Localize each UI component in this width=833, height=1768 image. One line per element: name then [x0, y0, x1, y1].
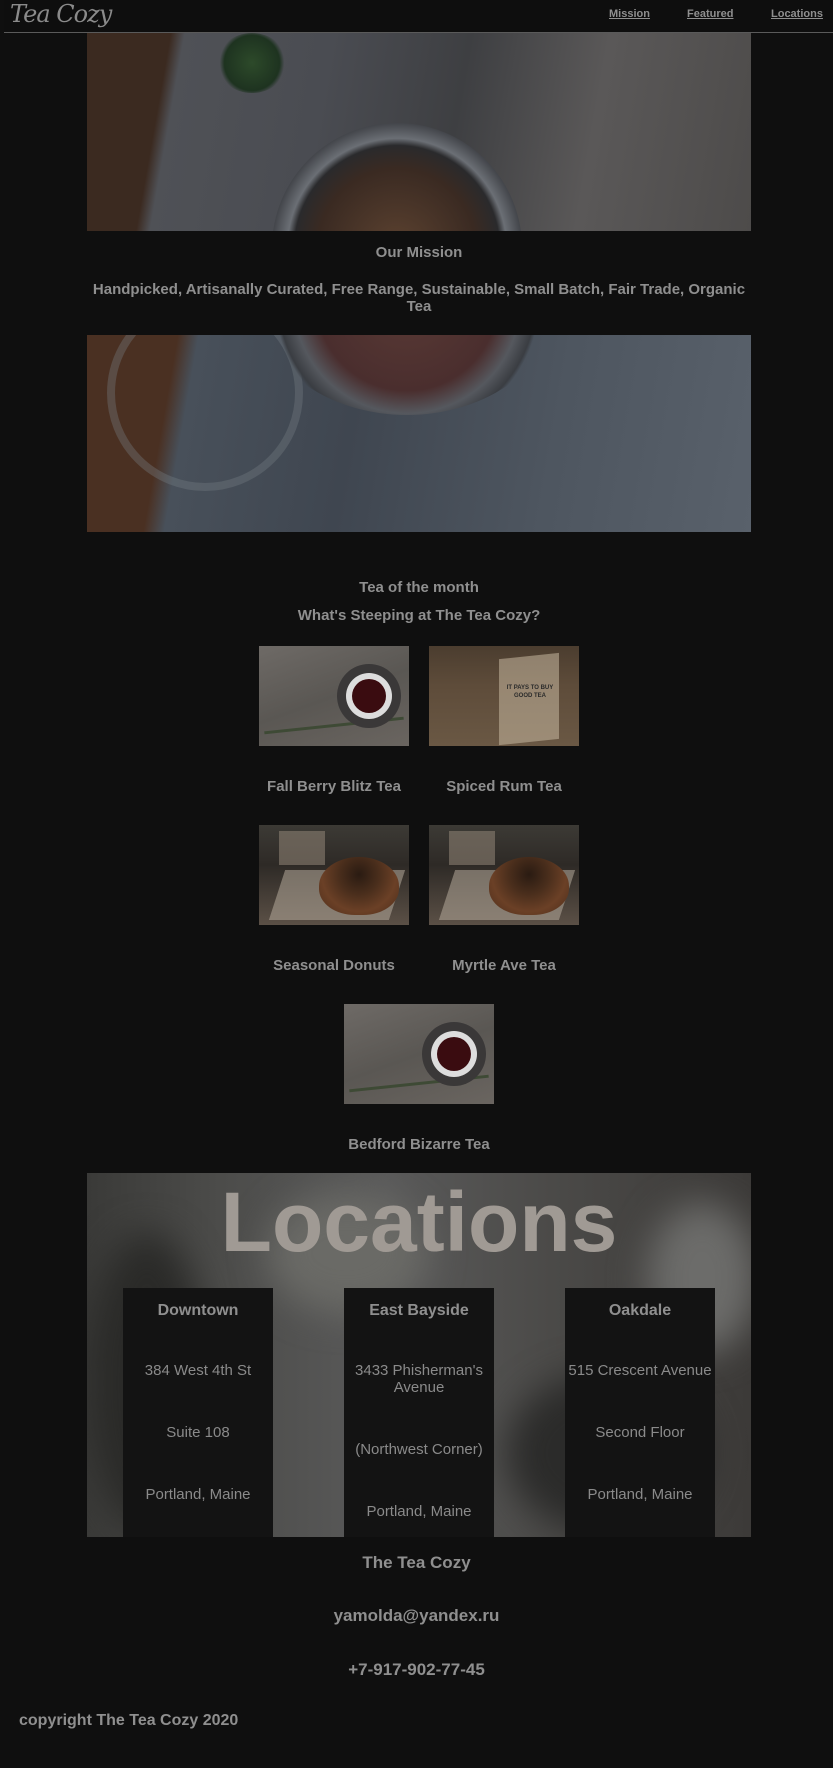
featured-subtitle: What's Steeping at The Tea Cozy?	[297, 607, 541, 624]
fall-berry-blitz-image	[259, 646, 409, 746]
location-name: East Bayside	[369, 1302, 469, 1319]
location-line: Portland, Maine	[366, 1503, 472, 1520]
location-card-east-bayside: East Bayside 3433 Phisherman's Avenue (N…	[344, 1288, 494, 1537]
copyright: copyright The Tea Cozy 2020	[19, 1712, 239, 1729]
location-line: (Northwest Corner)	[355, 1441, 483, 1458]
featured-title: Tea of the month	[359, 579, 479, 596]
tea-box-label: IT PAYS TO BUY GOOD TEA	[506, 685, 554, 699]
location-line: Portland, Maine	[145, 1486, 251, 1503]
location-line: Portland, Maine	[587, 1486, 693, 1503]
bedford-bizarre-image	[344, 1004, 494, 1104]
featured-item-name: Fall Berry Blitz Tea	[267, 778, 401, 795]
logo[interactable]: Tea Cozy	[10, 0, 112, 28]
location-line: 384 West 4th St	[144, 1362, 252, 1379]
featured-item-name: Seasonal Donuts	[273, 957, 395, 974]
footer-email[interactable]: yamolda@yandex.ru	[0, 1606, 833, 1626]
seasonal-donuts-image	[259, 825, 409, 925]
location-card-downtown: Downtown 384 West 4th St Suite 108 Portl…	[123, 1288, 273, 1537]
spiced-rum-image: IT PAYS TO BUY GOOD TEA	[429, 646, 579, 746]
mission-hero-image	[87, 33, 751, 231]
location-line: Second Floor	[595, 1424, 685, 1441]
featured-item-name: Spiced Rum Tea	[446, 778, 562, 795]
location-line: 515 Crescent Avenue	[568, 1362, 712, 1379]
featured-item-name: Bedford Bizarre Tea	[348, 1136, 490, 1153]
location-card-oakdale: Oakdale 515 Crescent Avenue Second Floor…	[565, 1288, 715, 1537]
nav-mission-link[interactable]: Mission	[609, 8, 650, 20]
mission-tagline: Handpicked, Artisanally Curated, Free Ra…	[92, 281, 746, 315]
myrtle-ave-image	[429, 825, 579, 925]
footer-phone[interactable]: +7-917-902-77-45	[0, 1660, 833, 1680]
footer-name: The Tea Cozy	[362, 1553, 471, 1572]
mission-title: Our Mission	[375, 244, 463, 261]
locations-title: Locations	[220, 1175, 618, 1269]
nav-featured-link[interactable]: Featured	[687, 8, 733, 20]
location-line: Suite 108	[166, 1424, 230, 1441]
nav-locations-link[interactable]: Locations	[771, 8, 823, 20]
location-line: 3433 Phisherman's Avenue	[355, 1362, 483, 1396]
location-name: Downtown	[157, 1302, 239, 1319]
mission-secondary-image	[87, 335, 751, 532]
location-name: Oakdale	[608, 1302, 672, 1319]
featured-item-name: Myrtle Ave Tea	[452, 957, 556, 974]
